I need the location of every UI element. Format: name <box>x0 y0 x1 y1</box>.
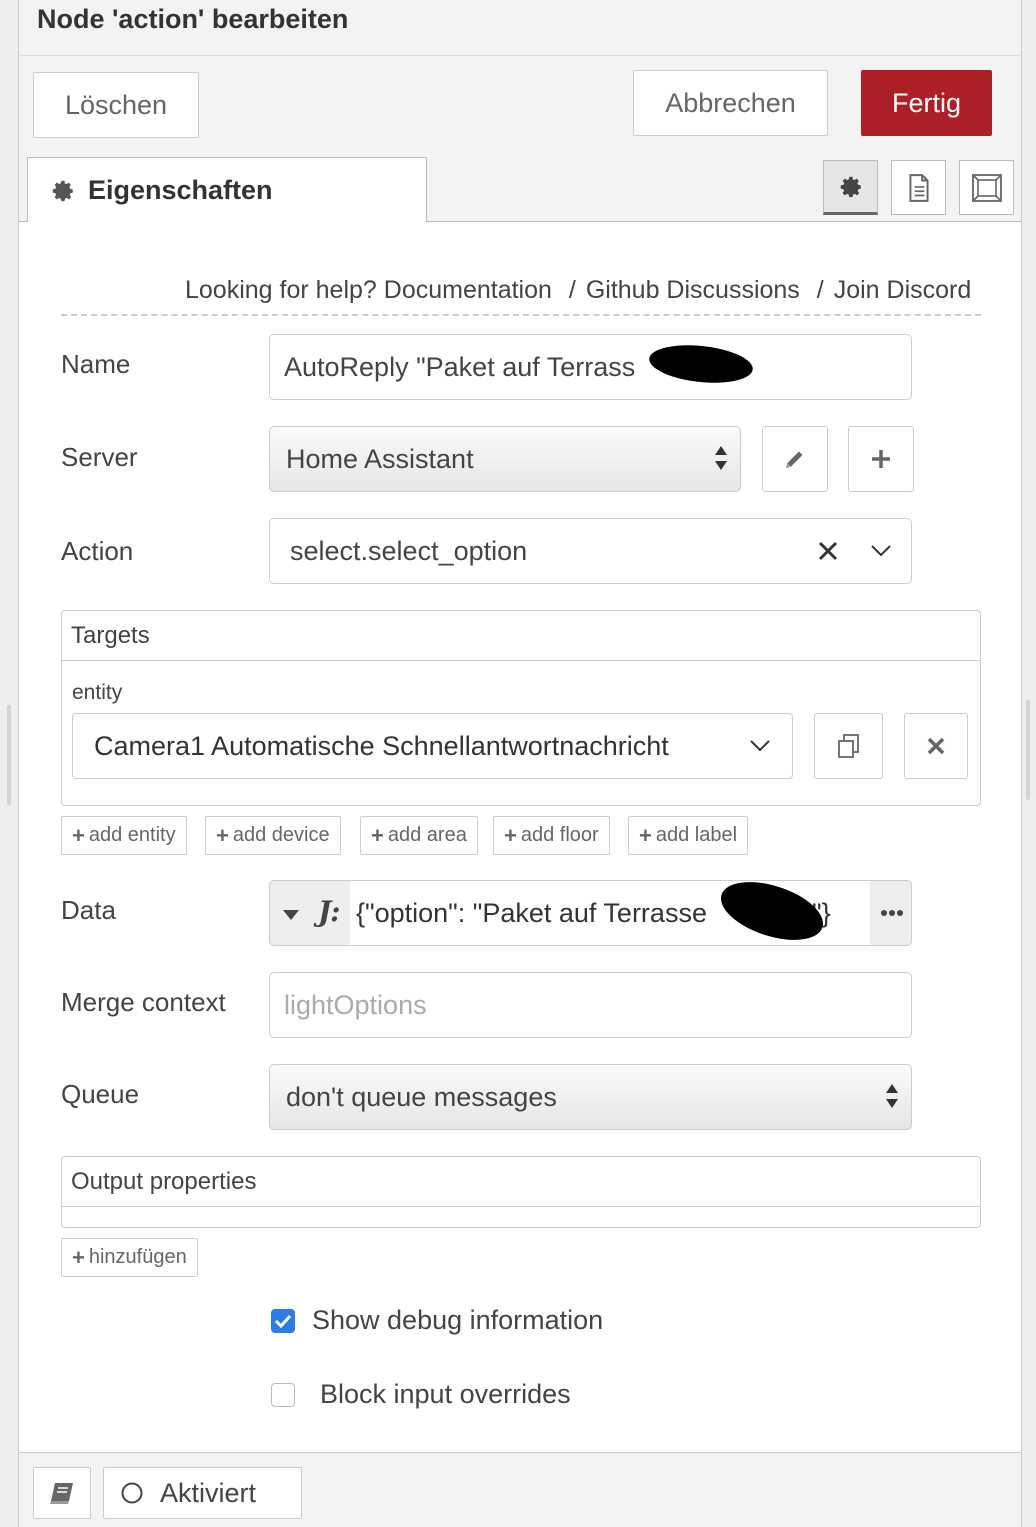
targets-header: Targets <box>62 611 980 661</box>
properties-content: Looking for help? Documentation / Github … <box>19 222 1021 1452</box>
copy-icon <box>837 734 859 758</box>
queue-label: Queue <box>61 1079 140 1109</box>
tab-properties[interactable]: Eigenschaften <box>27 157 427 223</box>
output-properties-header: Output properties <box>62 1157 980 1207</box>
help-prefix: Looking for help? <box>185 276 377 304</box>
add-output-property-button[interactable]: + hinzufügen <box>61 1238 198 1277</box>
add-floor-label: add floor <box>520 824 599 846</box>
copy-entity-button[interactable] <box>814 713 883 779</box>
add-floor-button[interactable]: + add floor <box>493 816 610 855</box>
tab-settings[interactable] <box>823 160 878 215</box>
tab-properties-label: Eigenschaften <box>88 175 273 205</box>
server-value: Home Assistant <box>286 443 474 474</box>
plus-icon: + <box>371 822 384 848</box>
merge-context-input[interactable]: lightOptions <box>269 972 912 1038</box>
enabled-toggle-button[interactable]: Aktiviert <box>103 1467 302 1519</box>
gear-icon <box>840 176 861 197</box>
add-output-label: hinzufügen <box>88 1246 187 1268</box>
right-panel-edge <box>1022 0 1036 1527</box>
dialog-header: Node 'action' bearbeiten <box>19 0 1021 56</box>
add-label-button[interactable]: + add label <box>628 816 749 855</box>
done-button[interactable]: Fertig <box>861 70 992 136</box>
output-properties-panel: Output properties <box>61 1156 981 1228</box>
add-device-button[interactable]: + add device <box>205 816 341 855</box>
caret-down-icon[interactable] <box>282 909 300 921</box>
block-input-label: Block input overrides <box>320 1379 571 1409</box>
add-device-label: add device <box>232 824 330 846</box>
add-server-button[interactable] <box>848 426 914 492</box>
resize-handle-right[interactable] <box>1026 700 1030 800</box>
action-label: Action <box>61 536 134 566</box>
server-label: Server <box>61 442 138 472</box>
dialog-toolbar: Löschen Abbrechen Fertig <box>19 56 1021 152</box>
select-arrows-icon <box>886 1084 898 1108</box>
merge-context-label: Merge context <box>61 987 226 1017</box>
plus-icon: + <box>72 822 85 848</box>
data-value: {"option": "Paket auf Terrasse <box>356 897 707 928</box>
tab-bar: Eigenschaften <box>19 152 1021 223</box>
block-input-checkbox[interactable] <box>271 1383 295 1407</box>
help-links: Looking for help? Documentation / Github … <box>185 276 971 305</box>
close-icon <box>927 737 945 755</box>
targets-panel: Targets entity Camera1 Automatische Schn… <box>61 610 981 806</box>
github-discussions-link[interactable]: Github Discussions <box>586 276 800 304</box>
enabled-label: Aktiviert <box>160 1477 257 1508</box>
left-panel-edge <box>0 0 18 1527</box>
plus-icon <box>872 450 890 468</box>
entity-label: entity <box>72 681 123 704</box>
pencil-icon <box>786 451 803 468</box>
merge-context-placeholder: lightOptions <box>284 989 427 1020</box>
data-label: Data <box>61 895 116 925</box>
tab-description[interactable] <box>891 160 946 215</box>
name-value: AutoReply "Paket auf Terrass <box>284 351 636 382</box>
circle-icon <box>121 1482 143 1504</box>
action-value: select.select_option <box>290 535 528 566</box>
json-type-icon: J: <box>318 895 341 928</box>
name-label: Name <box>61 349 131 379</box>
help-separator: / <box>816 276 824 304</box>
server-select[interactable]: Home Assistant <box>269 426 741 492</box>
select-arrows-icon <box>715 446 727 470</box>
plus-icon: + <box>639 822 652 848</box>
gear-icon <box>52 180 73 201</box>
help-divider <box>61 314 981 316</box>
node-help-button[interactable] <box>33 1467 91 1519</box>
book-icon <box>50 1483 73 1504</box>
dialog-footer: Aktiviert <box>19 1452 1021 1527</box>
cancel-button[interactable]: Abbrechen <box>633 70 828 136</box>
name-input[interactable]: AutoReply "Paket auf Terrass <box>269 334 912 400</box>
action-combobox[interactable]: select.select_option <box>269 518 912 584</box>
layout-icon <box>971 173 1002 202</box>
resize-handle-left[interactable] <box>7 705 11 805</box>
chevron-down-icon <box>750 740 770 752</box>
debug-checkbox[interactable] <box>271 1309 295 1333</box>
plus-icon: + <box>72 1244 85 1270</box>
help-separator: / <box>568 276 576 304</box>
join-discord-link[interactable]: Join Discord <box>834 276 972 304</box>
clear-icon[interactable] <box>818 541 838 561</box>
entity-value: Camera1 Automatische Schnellantwortnachr… <box>94 730 669 761</box>
document-icon <box>908 173 929 202</box>
entity-select[interactable]: Camera1 Automatische Schnellantwortnachr… <box>72 713 793 779</box>
edit-node-dialog: Node 'action' bearbeiten Löschen Abbrech… <box>18 0 1022 1527</box>
add-label-label: add label <box>655 824 738 846</box>
plus-icon: + <box>504 822 517 848</box>
add-area-label: add area <box>387 824 467 846</box>
queue-value: don't queue messages <box>286 1081 557 1112</box>
delete-button[interactable]: Löschen <box>33 72 199 138</box>
dialog-title: Node 'action' bearbeiten <box>37 4 349 34</box>
add-area-button[interactable]: + add area <box>360 816 478 855</box>
add-entity-button[interactable]: + add entity <box>61 816 187 855</box>
more-options-icon[interactable] <box>880 909 904 917</box>
chevron-down-icon[interactable] <box>870 543 892 559</box>
tab-appearance[interactable] <box>959 160 1014 215</box>
documentation-link[interactable]: Documentation <box>384 276 552 304</box>
debug-label: Show debug information <box>312 1305 604 1335</box>
queue-select[interactable]: don't queue messages <box>269 1064 912 1130</box>
remove-entity-button[interactable] <box>904 713 968 779</box>
add-entity-label: add entity <box>88 824 176 846</box>
checkmark-icon <box>274 1314 292 1329</box>
edit-server-button[interactable] <box>762 426 828 492</box>
plus-icon: + <box>216 822 229 848</box>
